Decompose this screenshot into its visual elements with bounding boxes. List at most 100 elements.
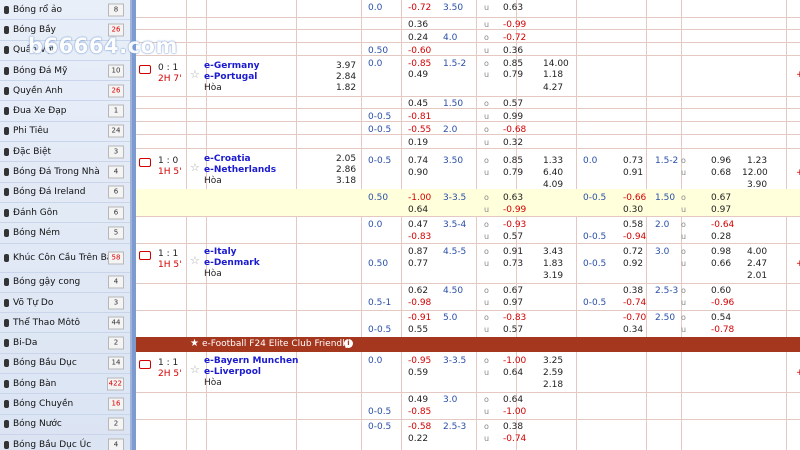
home-team[interactable]: e-Bayern Munchen <box>204 356 298 366</box>
odds-value[interactable]: 0.50 <box>368 46 388 56</box>
odds-value[interactable]: 1.33 <box>543 156 563 166</box>
favorite-star-icon[interactable]: ☆ <box>190 363 200 376</box>
expand-more-button[interactable]: + <box>796 168 800 178</box>
1x2-odds[interactable]: 2.05 <box>336 154 356 164</box>
odds-value[interactable]: -0.66 <box>623 193 646 203</box>
odds-value[interactable]: 2.5-3 <box>443 422 466 432</box>
odds-value[interactable]: 0.54 <box>711 313 731 323</box>
odds-value[interactable]: 0.87 <box>408 247 428 257</box>
odds-value[interactable]: 0.57 <box>503 232 523 242</box>
odds-value[interactable]: 1.18 <box>543 70 563 80</box>
live-tv-icon[interactable] <box>139 65 151 74</box>
sidebar-item[interactable]: Đua Xe Đạp 1 <box>0 101 130 122</box>
odds-value[interactable]: 0.62 <box>408 286 428 296</box>
odds-value[interactable]: 4.27 <box>543 83 563 93</box>
odds-value[interactable]: 14.00 <box>543 59 569 69</box>
odds-value[interactable]: 0.64 <box>503 368 523 378</box>
odds-value[interactable]: 0-0.5 <box>583 298 606 308</box>
odds-value[interactable]: 2.5-3 <box>655 286 678 296</box>
odds-value[interactable]: 3.43 <box>543 247 563 257</box>
odds-value[interactable]: 3.50 <box>443 156 463 166</box>
odds-value[interactable]: 0.66 <box>711 259 731 269</box>
odds-value[interactable]: -0.93 <box>503 220 526 230</box>
over-under-marker[interactable]: o <box>484 59 489 68</box>
odds-value[interactable]: 0.5-1 <box>368 298 391 308</box>
odds-value[interactable]: -0.64 <box>711 220 734 230</box>
1x2-odds[interactable]: 2.84 <box>336 72 356 82</box>
odds-value[interactable]: 0.28 <box>711 232 731 242</box>
expand-more-button[interactable]: + <box>796 70 800 80</box>
over-under-marker[interactable]: u <box>484 3 489 12</box>
odds-value[interactable]: 0.47 <box>408 220 428 230</box>
odds-value[interactable]: -0.95 <box>408 356 431 366</box>
odds-value[interactable]: -0.83 <box>503 313 526 323</box>
odds-value[interactable]: 3.0 <box>655 247 669 257</box>
sidebar-item[interactable]: Bóng Nước 2 <box>0 415 130 435</box>
sidebar-item[interactable]: Bóng gậy cong 4 <box>0 273 130 293</box>
odds-value[interactable]: -0.94 <box>623 232 646 242</box>
odds-value[interactable]: 3.5-4 <box>443 220 466 230</box>
home-team[interactable]: e-Italy <box>204 247 237 257</box>
over-under-marker[interactable]: u <box>484 46 489 55</box>
odds-value[interactable]: 2.47 <box>747 259 767 269</box>
odds-value[interactable]: 0.73 <box>623 156 643 166</box>
league-header[interactable]: ★ e-Football F24 Elite Club Friendly i <box>136 337 800 352</box>
1x2-odds[interactable]: 1.82 <box>336 83 356 93</box>
odds-value[interactable]: -0.55 <box>408 125 431 135</box>
odds-value[interactable]: 2.01 <box>747 271 767 281</box>
favorite-star-icon[interactable]: ☆ <box>190 254 200 267</box>
odds-value[interactable]: 0.0 <box>368 356 382 366</box>
odds-value[interactable]: 0-0.5 <box>368 156 391 166</box>
odds-value[interactable]: 0.97 <box>503 298 523 308</box>
odds-value[interactable]: 0.0 <box>368 3 382 13</box>
odds-value[interactable]: 0.19 <box>408 138 428 148</box>
odds-value[interactable]: 0.79 <box>503 70 523 80</box>
info-icon[interactable]: i <box>344 339 353 348</box>
odds-value[interactable]: 0.67 <box>711 193 731 203</box>
odds-value[interactable]: -0.81 <box>408 112 431 122</box>
odds-value[interactable]: 0.91 <box>503 247 523 257</box>
odds-value[interactable]: 0.90 <box>408 168 428 178</box>
odds-value[interactable]: 3-3.5 <box>443 193 466 203</box>
1x2-odds[interactable]: 3.97 <box>336 61 356 71</box>
odds-value[interactable]: 0.97 <box>711 205 731 215</box>
over-under-marker[interactable]: o <box>484 99 489 108</box>
odds-value[interactable]: -1.00 <box>503 356 526 366</box>
odds-value[interactable]: 0.38 <box>503 422 523 432</box>
odds-value[interactable]: 0.57 <box>503 325 523 335</box>
sidebar-item[interactable]: Bóng Đá Ireland 6 <box>0 183 130 203</box>
odds-value[interactable]: -0.60 <box>408 46 431 56</box>
odds-value[interactable]: 0-0.5 <box>368 325 391 335</box>
odds-value[interactable]: 2.50 <box>655 313 675 323</box>
odds-value[interactable]: 0.34 <box>623 325 643 335</box>
sidebar-item[interactable]: Thể Thao Môtô 44 <box>0 313 130 334</box>
league-star-icon[interactable]: ★ <box>190 338 199 349</box>
odds-value[interactable]: -0.83 <box>408 232 431 242</box>
odds-value[interactable]: 0.38 <box>623 286 643 296</box>
odds-value[interactable]: -0.91 <box>408 313 431 323</box>
odds-value[interactable]: 2.18 <box>543 380 563 390</box>
sidebar-item[interactable]: Khúc Côn Cầu Trên Băng 58 <box>0 244 130 273</box>
odds-value[interactable]: 0-0.5 <box>583 193 606 203</box>
odds-value[interactable]: u <box>484 70 489 79</box>
odds-value[interactable]: -0.78 <box>711 325 734 335</box>
odds-value[interactable]: 0.60 <box>711 286 731 296</box>
sidebar-item[interactable]: Bóng Bầu Dục Úc 4 <box>0 435 130 450</box>
odds-value[interactable]: 2.0 <box>655 220 669 230</box>
sidebar-item[interactable]: Bi-Da 2 <box>0 333 130 354</box>
odds-value[interactable]: 0.67 <box>503 286 523 296</box>
expand-more-button[interactable]: + <box>796 368 800 378</box>
odds-value[interactable]: 2.59 <box>543 368 563 378</box>
odds-value[interactable]: 1.50 <box>655 193 675 203</box>
odds-value[interactable]: 4.00 <box>747 247 767 257</box>
sidebar-item[interactable]: Bóng rổ ảo 8 <box>0 0 130 21</box>
odds-value[interactable]: 0.63 <box>503 3 523 13</box>
odds-value[interactable]: 0-0.5 <box>368 407 391 417</box>
1x2-odds[interactable]: 2.86 <box>336 165 356 175</box>
odds-value[interactable]: 0.0 <box>583 156 597 166</box>
odds-value[interactable]: -0.68 <box>503 125 526 135</box>
odds-value[interactable]: 0.24 <box>408 33 428 43</box>
1x2-odds[interactable]: 3.18 <box>336 176 356 186</box>
home-team[interactable]: e-Germany <box>204 61 260 71</box>
home-team[interactable]: e-Croatia <box>204 154 251 164</box>
